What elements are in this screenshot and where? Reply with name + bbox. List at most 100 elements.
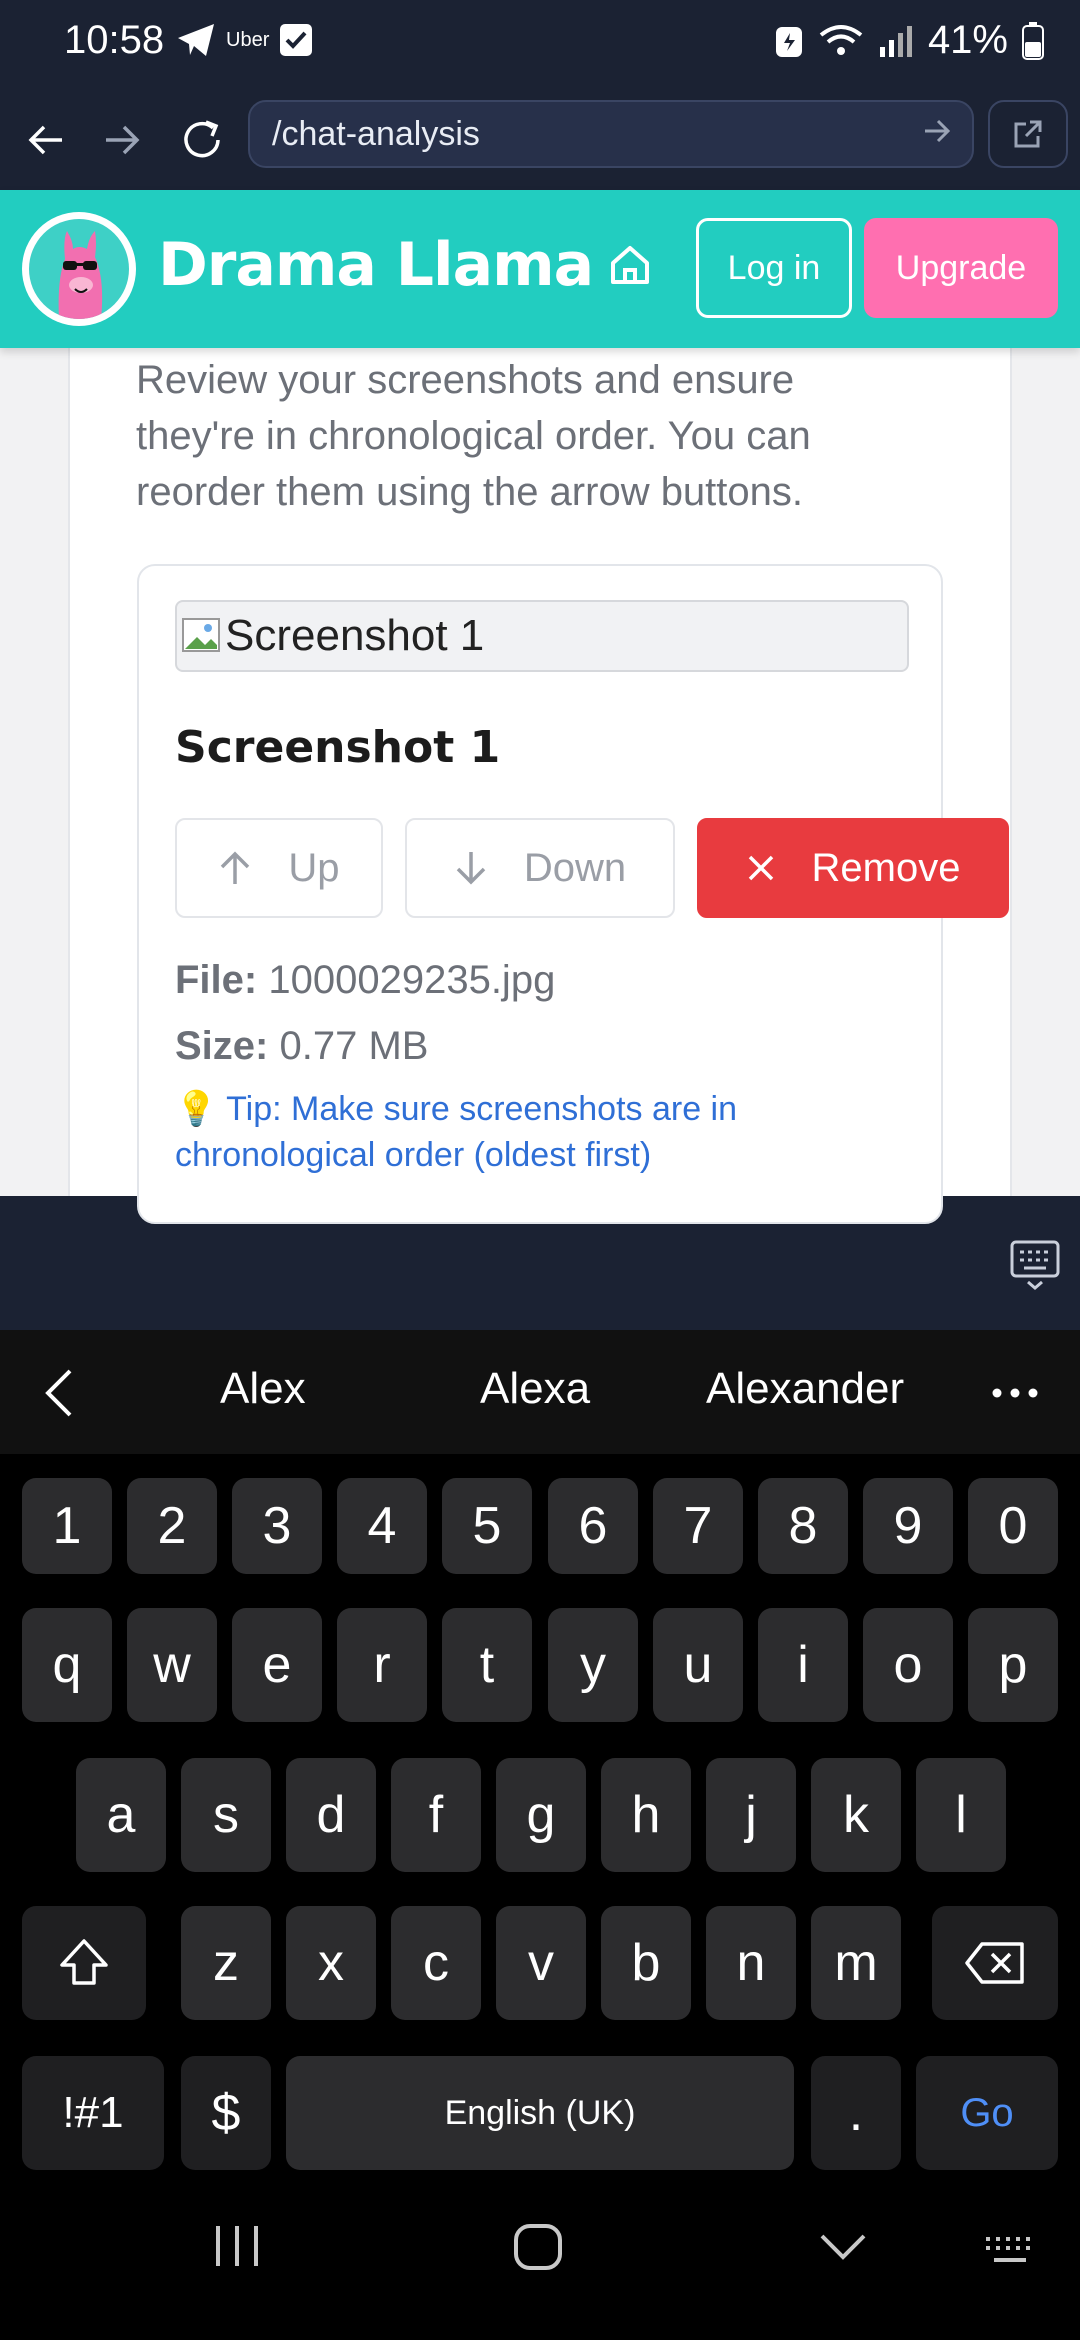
key-x[interactable]: x	[286, 1906, 376, 2020]
keyboard-switch-icon[interactable]	[982, 2234, 1038, 2266]
home-nav-icon[interactable]	[512, 2222, 564, 2272]
tip-text: 💡 Tip: Make sure screenshots are in chro…	[175, 1090, 738, 1174]
key-0[interactable]: 0	[968, 1478, 1058, 1574]
down-label: Down	[523, 845, 627, 890]
keyboard-hide-icon[interactable]	[1010, 1238, 1060, 1290]
recent-apps-icon[interactable]	[212, 2222, 262, 2270]
forward-button[interactable]	[92, 110, 152, 170]
broken-image-icon	[182, 618, 220, 652]
screenshot-card: Screenshot 1 Screenshot 1 Up Down Remove…	[137, 564, 1009, 1224]
key-v[interactable]: v	[496, 1906, 586, 2020]
size-value: 0.77 MB	[279, 1024, 429, 1068]
key-k[interactable]: k	[811, 1758, 901, 1872]
home-icon	[611, 246, 649, 284]
key-s[interactable]: s	[181, 1758, 271, 1872]
arrow-up-icon	[221, 851, 250, 884]
size-info: Size: 0.77 MB	[175, 1024, 428, 1069]
brand-title[interactable]: Drama Llama	[158, 230, 594, 300]
key-l[interactable]: l	[916, 1758, 1006, 1872]
system-navigation-bar	[0, 2180, 1080, 2340]
battery-icon	[1022, 21, 1044, 60]
arrow-left-icon	[28, 125, 62, 155]
period-key[interactable]: .	[811, 2056, 901, 2170]
remove-button[interactable]: Remove	[697, 818, 1009, 918]
key-3[interactable]: 3	[232, 1478, 322, 1574]
key-p[interactable]: p	[968, 1608, 1058, 1722]
system-icons: 41%	[774, 18, 1044, 63]
key-m[interactable]: m	[811, 1906, 901, 2020]
remove-label: Remove	[811, 845, 961, 890]
symbols-key[interactable]: !#1	[22, 2056, 164, 2170]
open-external-button[interactable]	[988, 100, 1068, 168]
reload-button[interactable]	[172, 110, 232, 170]
logo[interactable]	[22, 212, 136, 326]
telegram-icon	[178, 24, 214, 56]
key-t[interactable]: t	[442, 1608, 532, 1722]
suggestion-bar: Alex Alexa Alexander	[0, 1330, 1080, 1454]
move-up-button[interactable]: Up	[175, 818, 383, 918]
shift-key[interactable]	[22, 1906, 146, 2020]
key-h[interactable]: h	[601, 1758, 691, 1872]
go-key[interactable]: Go	[916, 2056, 1058, 2170]
chevron-left-icon[interactable]	[44, 1368, 74, 1418]
size-label: Size:	[175, 1024, 269, 1068]
key-b[interactable]: b	[601, 1906, 691, 2020]
backspace-key[interactable]	[932, 1906, 1058, 2020]
key-d[interactable]: d	[286, 1758, 376, 1872]
key-q[interactable]: q	[22, 1608, 112, 1722]
back-button[interactable]	[16, 110, 76, 170]
key-o[interactable]: o	[863, 1608, 953, 1722]
key-c[interactable]: c	[391, 1906, 481, 2020]
move-down-button[interactable]: Down	[405, 818, 675, 918]
battery-saver-icon	[775, 26, 802, 57]
home-button[interactable]	[600, 235, 660, 295]
upgrade-button[interactable]: Upgrade	[864, 218, 1058, 318]
status-bar: 10:58 Uber 41%	[0, 0, 1080, 90]
key-6[interactable]: 6	[548, 1478, 638, 1574]
file-label: File:	[175, 958, 258, 1002]
status-time: 10:58	[64, 18, 165, 62]
up-label: Up	[288, 845, 340, 890]
signal-icon	[879, 25, 912, 57]
key-y[interactable]: y	[548, 1608, 638, 1722]
key-w[interactable]: w	[127, 1608, 217, 1722]
wifi-icon	[819, 24, 863, 55]
battery-percent: 41%	[927, 18, 1008, 62]
file-value: 1000029235.jpg	[268, 958, 556, 1002]
key-f[interactable]: f	[391, 1758, 481, 1872]
suggestion-2[interactable]: Alexa	[480, 1364, 590, 1414]
key-z[interactable]: z	[181, 1906, 271, 2020]
arrow-down-icon	[456, 852, 486, 885]
key-a[interactable]: a	[76, 1758, 166, 1872]
login-button[interactable]: Log in	[696, 218, 852, 318]
key-g[interactable]: g	[496, 1758, 586, 1872]
space-key[interactable]: English (UK)	[286, 2056, 794, 2170]
key-j[interactable]: j	[706, 1758, 796, 1872]
key-5[interactable]: 5	[442, 1478, 532, 1574]
key-e[interactable]: e	[232, 1608, 322, 1722]
keyboard: 1 2 3 4 5 6 7 8 9 0 q w e r t y u i o p …	[0, 1454, 1080, 2180]
screenshot-alt-text: Screenshot 1	[225, 611, 485, 660]
shift-icon	[60, 1939, 108, 1985]
key-8[interactable]: 8	[758, 1478, 848, 1574]
currency-key[interactable]: $	[181, 2056, 271, 2170]
app-header: Drama Llama Log in Upgrade	[0, 190, 1080, 348]
chevron-down-icon[interactable]	[818, 2232, 868, 2262]
key-i[interactable]: i	[758, 1608, 848, 1722]
key-r[interactable]: r	[337, 1608, 427, 1722]
key-u[interactable]: u	[653, 1608, 743, 1722]
url-go-icon[interactable]	[922, 116, 952, 146]
url-bar[interactable]: /chat-analysis	[248, 100, 974, 168]
browser-toolbar: /chat-analysis	[0, 90, 1080, 190]
more-icon[interactable]	[992, 1388, 1038, 1398]
key-4[interactable]: 4	[337, 1478, 427, 1574]
key-9[interactable]: 9	[863, 1478, 953, 1574]
key-n[interactable]: n	[706, 1906, 796, 2020]
key-2[interactable]: 2	[127, 1478, 217, 1574]
arrow-right-icon	[106, 125, 140, 155]
key-7[interactable]: 7	[653, 1478, 743, 1574]
key-1[interactable]: 1	[22, 1478, 112, 1574]
suggestion-3[interactable]: Alexander	[706, 1364, 904, 1414]
uber-label: Uber	[226, 28, 270, 51]
suggestion-1[interactable]: Alex	[220, 1364, 306, 1414]
